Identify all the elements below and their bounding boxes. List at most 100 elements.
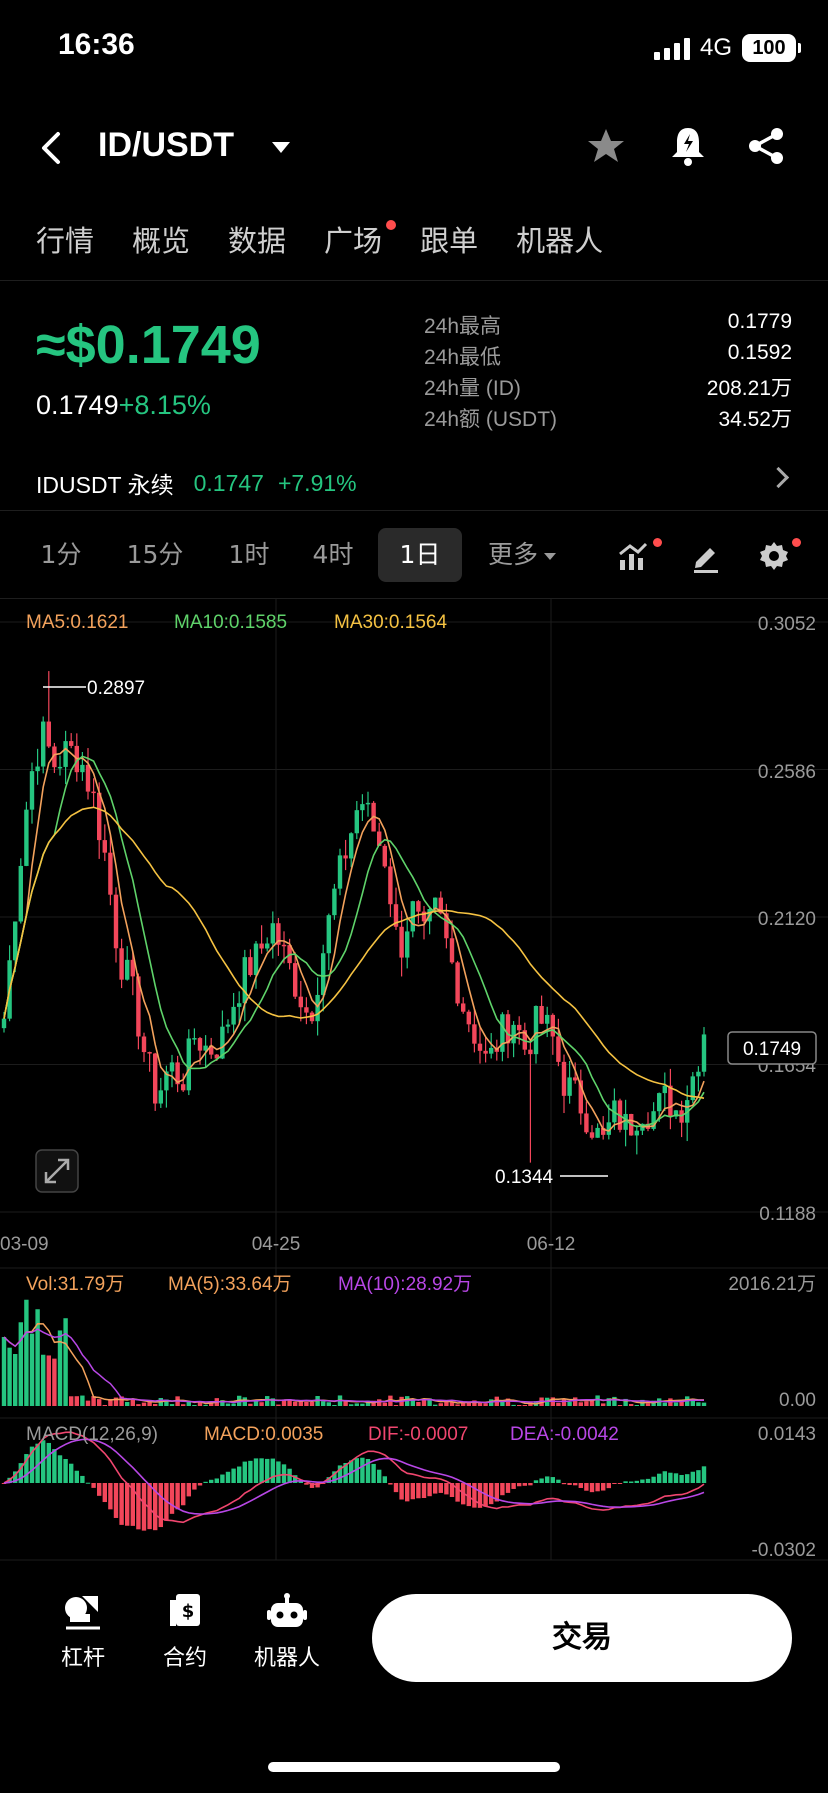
tab-copy-trade[interactable]: 跟单: [420, 218, 478, 260]
macd-bar: [393, 1483, 399, 1493]
x-tick-label: 06-12: [527, 1234, 576, 1255]
candle-body: [657, 1093, 662, 1112]
macd-bar: [623, 1481, 628, 1483]
pair-title[interactable]: ID/USDT: [98, 126, 234, 165]
timeframe-1m[interactable]: 1分: [24, 528, 98, 582]
back-icon[interactable]: [36, 128, 66, 168]
indicator-icon[interactable]: [616, 538, 652, 574]
macd-bar: [696, 1470, 701, 1483]
volume-bar: [433, 1404, 438, 1406]
bottom-nav-contract[interactable]: $ 合约: [140, 1592, 230, 1672]
network-type: 4G: [699, 34, 732, 61]
volume-bar: [595, 1395, 600, 1406]
nav-tabs: 行情 概览 数据 广场 跟单 机器人: [36, 218, 603, 260]
macd-bar: [377, 1469, 382, 1483]
volume-bar: [393, 1405, 399, 1406]
macd-bar: [662, 1471, 667, 1483]
y-tick-label: 0.2120: [758, 909, 816, 930]
candle-body: [696, 1071, 701, 1077]
volume-bar: [578, 1402, 583, 1406]
macd-bar: [225, 1471, 231, 1483]
chevron-down-icon[interactable]: [272, 142, 290, 153]
macd-bar: [651, 1476, 656, 1483]
price-change: +8.15%: [118, 390, 211, 420]
macd-bar: [192, 1483, 197, 1490]
timeframe-15m[interactable]: 15分: [114, 528, 196, 582]
last-price: 0.1749: [36, 390, 119, 420]
macd-bar: [617, 1483, 623, 1484]
candle-body: [158, 1090, 163, 1104]
macd-bar: [679, 1474, 684, 1483]
settings-gear-icon[interactable]: [756, 538, 792, 574]
macd-bar: [640, 1479, 645, 1483]
timeframe-more[interactable]: 更多: [470, 528, 574, 582]
macd-bar: [113, 1483, 119, 1518]
volume-bar: [41, 1354, 46, 1406]
high-price-label: 0.2897: [87, 678, 145, 699]
volume-bar: [181, 1404, 186, 1406]
tab-overview[interactable]: 概览: [132, 218, 190, 260]
timeframe-1d[interactable]: 1日: [378, 528, 462, 582]
share-icon[interactable]: [746, 126, 786, 166]
macd-bar: [528, 1483, 533, 1486]
macd-bar: [181, 1483, 186, 1506]
timeframe-1h[interactable]: 1时: [212, 528, 286, 582]
candle-body: [511, 1024, 516, 1044]
macd-bar: [52, 1449, 57, 1483]
macd-bar: [612, 1483, 617, 1484]
macd-axis-min: -0.0302: [752, 1540, 816, 1561]
candle-body: [662, 1085, 667, 1094]
bottom-nav-robot[interactable]: 机器人: [242, 1592, 332, 1672]
volume-bar: [629, 1404, 634, 1406]
tab-bots[interactable]: 机器人: [516, 218, 603, 260]
trade-button[interactable]: 交易: [372, 1594, 792, 1682]
macd-axis-max: 0.0143: [758, 1424, 816, 1445]
perpetual-price: 0.1747: [193, 469, 264, 496]
candle-body: [589, 1132, 595, 1138]
candle-body: [505, 1014, 511, 1044]
candle-body: [231, 1006, 236, 1025]
candle-body: [237, 1003, 242, 1007]
perpetual-row[interactable]: IDUSDT 永续 0.1747 +7.91%: [36, 466, 792, 500]
y-tick-label: 0.3052: [758, 614, 816, 635]
volume-bar: [304, 1401, 309, 1406]
draw-pen-icon[interactable]: [688, 538, 724, 574]
candle-body: [517, 1024, 522, 1031]
macd-title: MACD(12,26,9): [26, 1424, 158, 1445]
volume-bar: [645, 1403, 651, 1406]
volume-bar: [18, 1322, 23, 1406]
candle-body: [539, 1005, 544, 1024]
bottom-nav-leverage[interactable]: 杠杆: [38, 1592, 128, 1672]
candle-body: [259, 943, 264, 949]
tab-data[interactable]: 数据: [228, 218, 286, 260]
volume-bar: [74, 1396, 79, 1406]
macd-bar: [203, 1481, 208, 1483]
candle-body: [337, 855, 343, 889]
macd-bar: [550, 1477, 555, 1483]
perpetual-name: IDUSDT 永续: [36, 472, 174, 498]
candle-body: [102, 840, 107, 853]
tab-square[interactable]: 广场: [324, 218, 397, 260]
bell-icon[interactable]: [668, 124, 708, 168]
macd-bar: [231, 1468, 236, 1483]
candle-body: [489, 1047, 494, 1054]
macd-histogram: [1, 1440, 707, 1531]
stat-row: 24h量 (ID) 208.21万: [424, 372, 792, 403]
macd-bar: [169, 1483, 175, 1514]
kline-chart[interactable]: 0.3052 0.2586 0.2120 0.1654 0.1188 03-09…: [0, 598, 828, 1578]
divider: [0, 510, 828, 511]
candle-body: [573, 1077, 578, 1081]
macd-bar: [91, 1483, 96, 1488]
tab-market[interactable]: 行情: [36, 218, 94, 260]
timeframe-4h[interactable]: 4时: [296, 528, 370, 582]
candle-body: [668, 1085, 673, 1117]
y-tick-label: 0.1188: [759, 1204, 816, 1225]
approx-price: ≈$0.1749: [36, 315, 261, 375]
candle-body: [113, 894, 119, 949]
expand-button[interactable]: [35, 1149, 79, 1193]
volume-bar: [326, 1402, 331, 1406]
candle-body: [18, 865, 23, 922]
star-icon[interactable]: [586, 126, 626, 166]
macd-bar: [276, 1461, 281, 1483]
candle-body: [315, 994, 320, 1022]
